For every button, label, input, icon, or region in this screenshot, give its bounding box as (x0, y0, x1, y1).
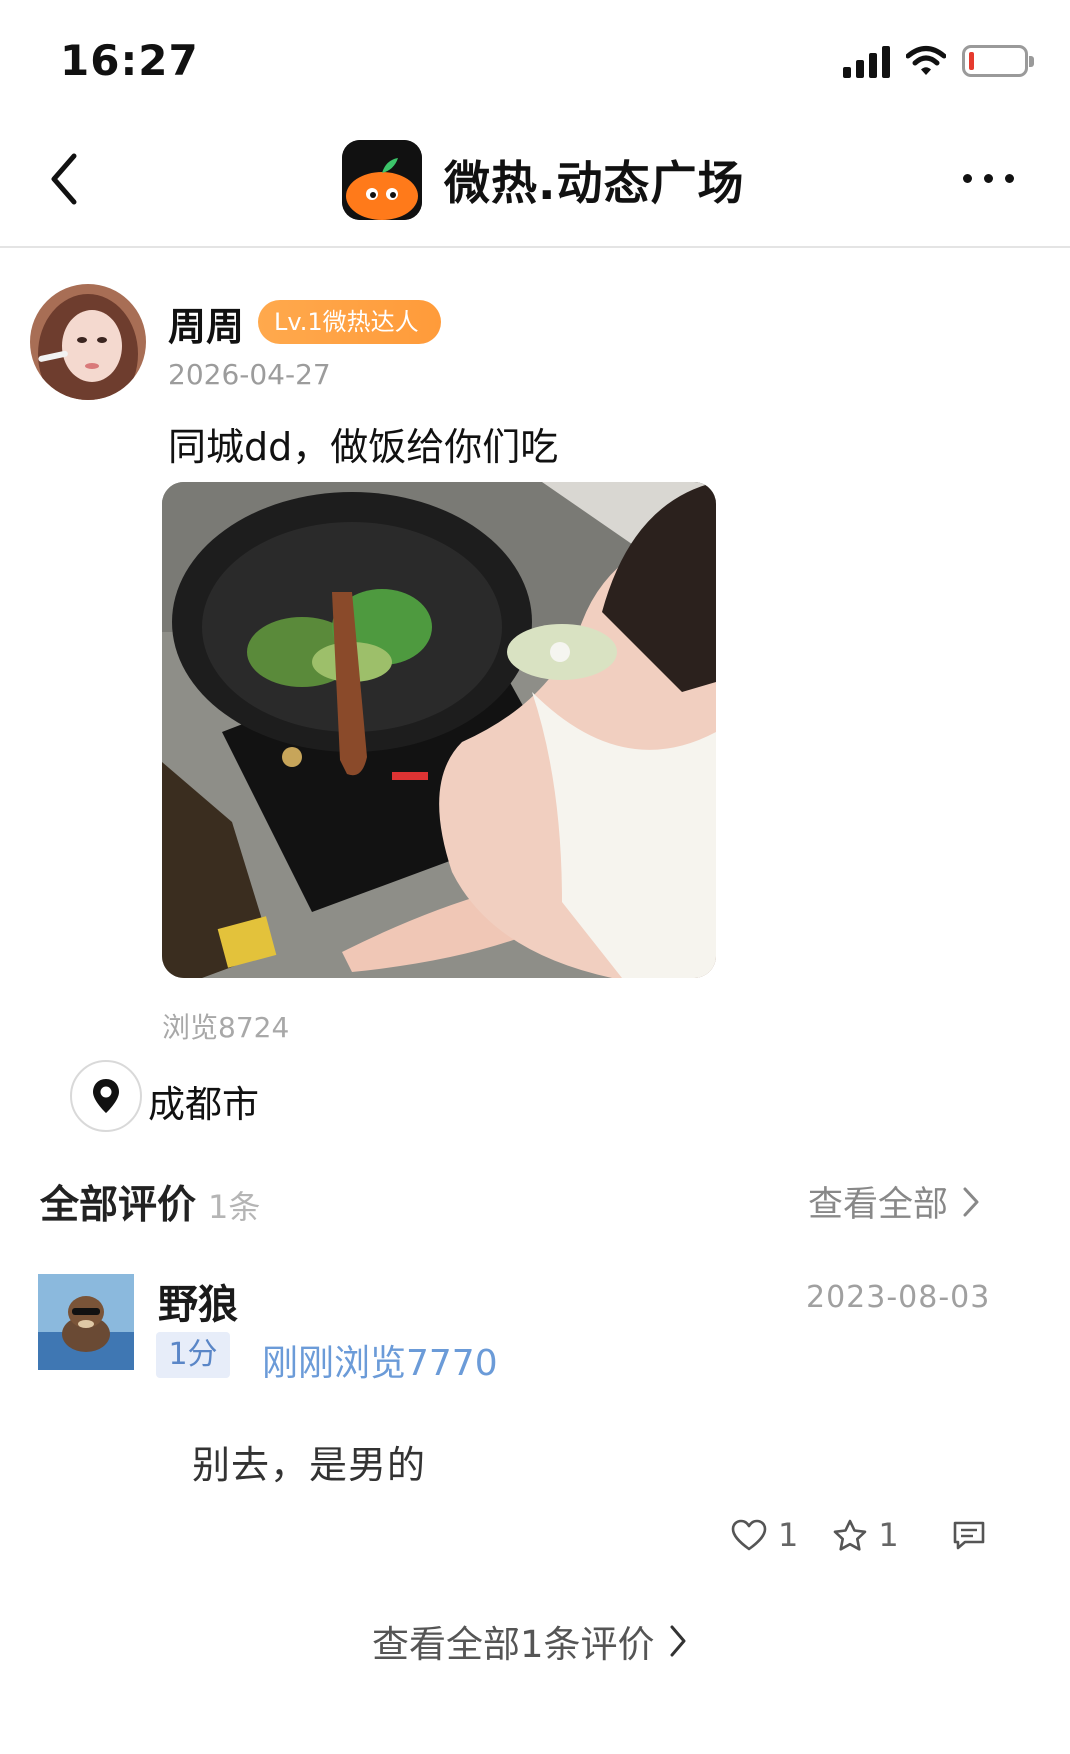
reviews-title: 全部评价 (40, 1183, 197, 1228)
author-avatar[interactable] (30, 284, 146, 400)
comment-date: 2023-08-03 (806, 1280, 991, 1315)
nav-title-group: 微热.动态广场 (342, 140, 744, 220)
status-icons (843, 44, 1034, 78)
commenter-avatar[interactable] (38, 1274, 134, 1370)
post-image[interactable] (162, 482, 716, 978)
comment-views: 刚刚浏览7770 (262, 1343, 498, 1384)
page-title: 微热.动态广场 (444, 156, 745, 210)
all-comments-link[interactable]: 查看全部1条评价 (372, 1614, 687, 1668)
like-button[interactable]: 1 (730, 1516, 798, 1554)
reply-button[interactable] (951, 1519, 987, 1551)
author-name[interactable]: 周周 (168, 296, 244, 351)
favorite-count: 1 (878, 1516, 899, 1554)
chevron-right-icon (963, 1187, 979, 1216)
signal-icon (843, 44, 890, 78)
heart-icon (731, 1519, 767, 1551)
wifi-icon (906, 46, 946, 75)
more-dots-icon[interactable] (963, 174, 1014, 183)
location-pin-button[interactable] (70, 1060, 142, 1132)
view-all-link[interactable]: 查看全部 (808, 1176, 980, 1227)
comment-text: 别去，是男的 (192, 1443, 427, 1487)
view-all-label: 查看全部 (808, 1185, 949, 1225)
comment-icon (953, 1521, 985, 1550)
score-badge: 1分 (156, 1332, 230, 1378)
status-bar: 16:27 (0, 0, 1070, 110)
map-pin-icon (93, 1079, 119, 1113)
chevron-left-icon[interactable] (40, 148, 90, 210)
location-label[interactable]: 成都市 (148, 1074, 259, 1128)
all-comments-label: 查看全部1条评价 (372, 1623, 655, 1666)
commenter-name[interactable]: 野狼 (158, 1272, 238, 1330)
app-logo (342, 140, 422, 220)
chevron-right-icon (670, 1625, 686, 1657)
nav-bar: 微热.动态广场 (0, 110, 1070, 248)
favorite-button[interactable]: 1 (832, 1516, 899, 1554)
post-date: 2026-04-27 (168, 358, 331, 391)
status-time: 16:27 (60, 36, 199, 85)
comment-actions: 1 1 (730, 1516, 987, 1554)
battery-low-icon (962, 45, 1034, 77)
post-text: 同城dd，做饭给你们吃 (168, 425, 559, 469)
level-badge: Lv.1微热达人 (258, 300, 441, 344)
star-icon (834, 1519, 867, 1551)
view-count: 浏览8724 (162, 1011, 290, 1044)
like-count: 1 (778, 1516, 799, 1554)
reviews-count: 1条 (208, 1188, 261, 1226)
